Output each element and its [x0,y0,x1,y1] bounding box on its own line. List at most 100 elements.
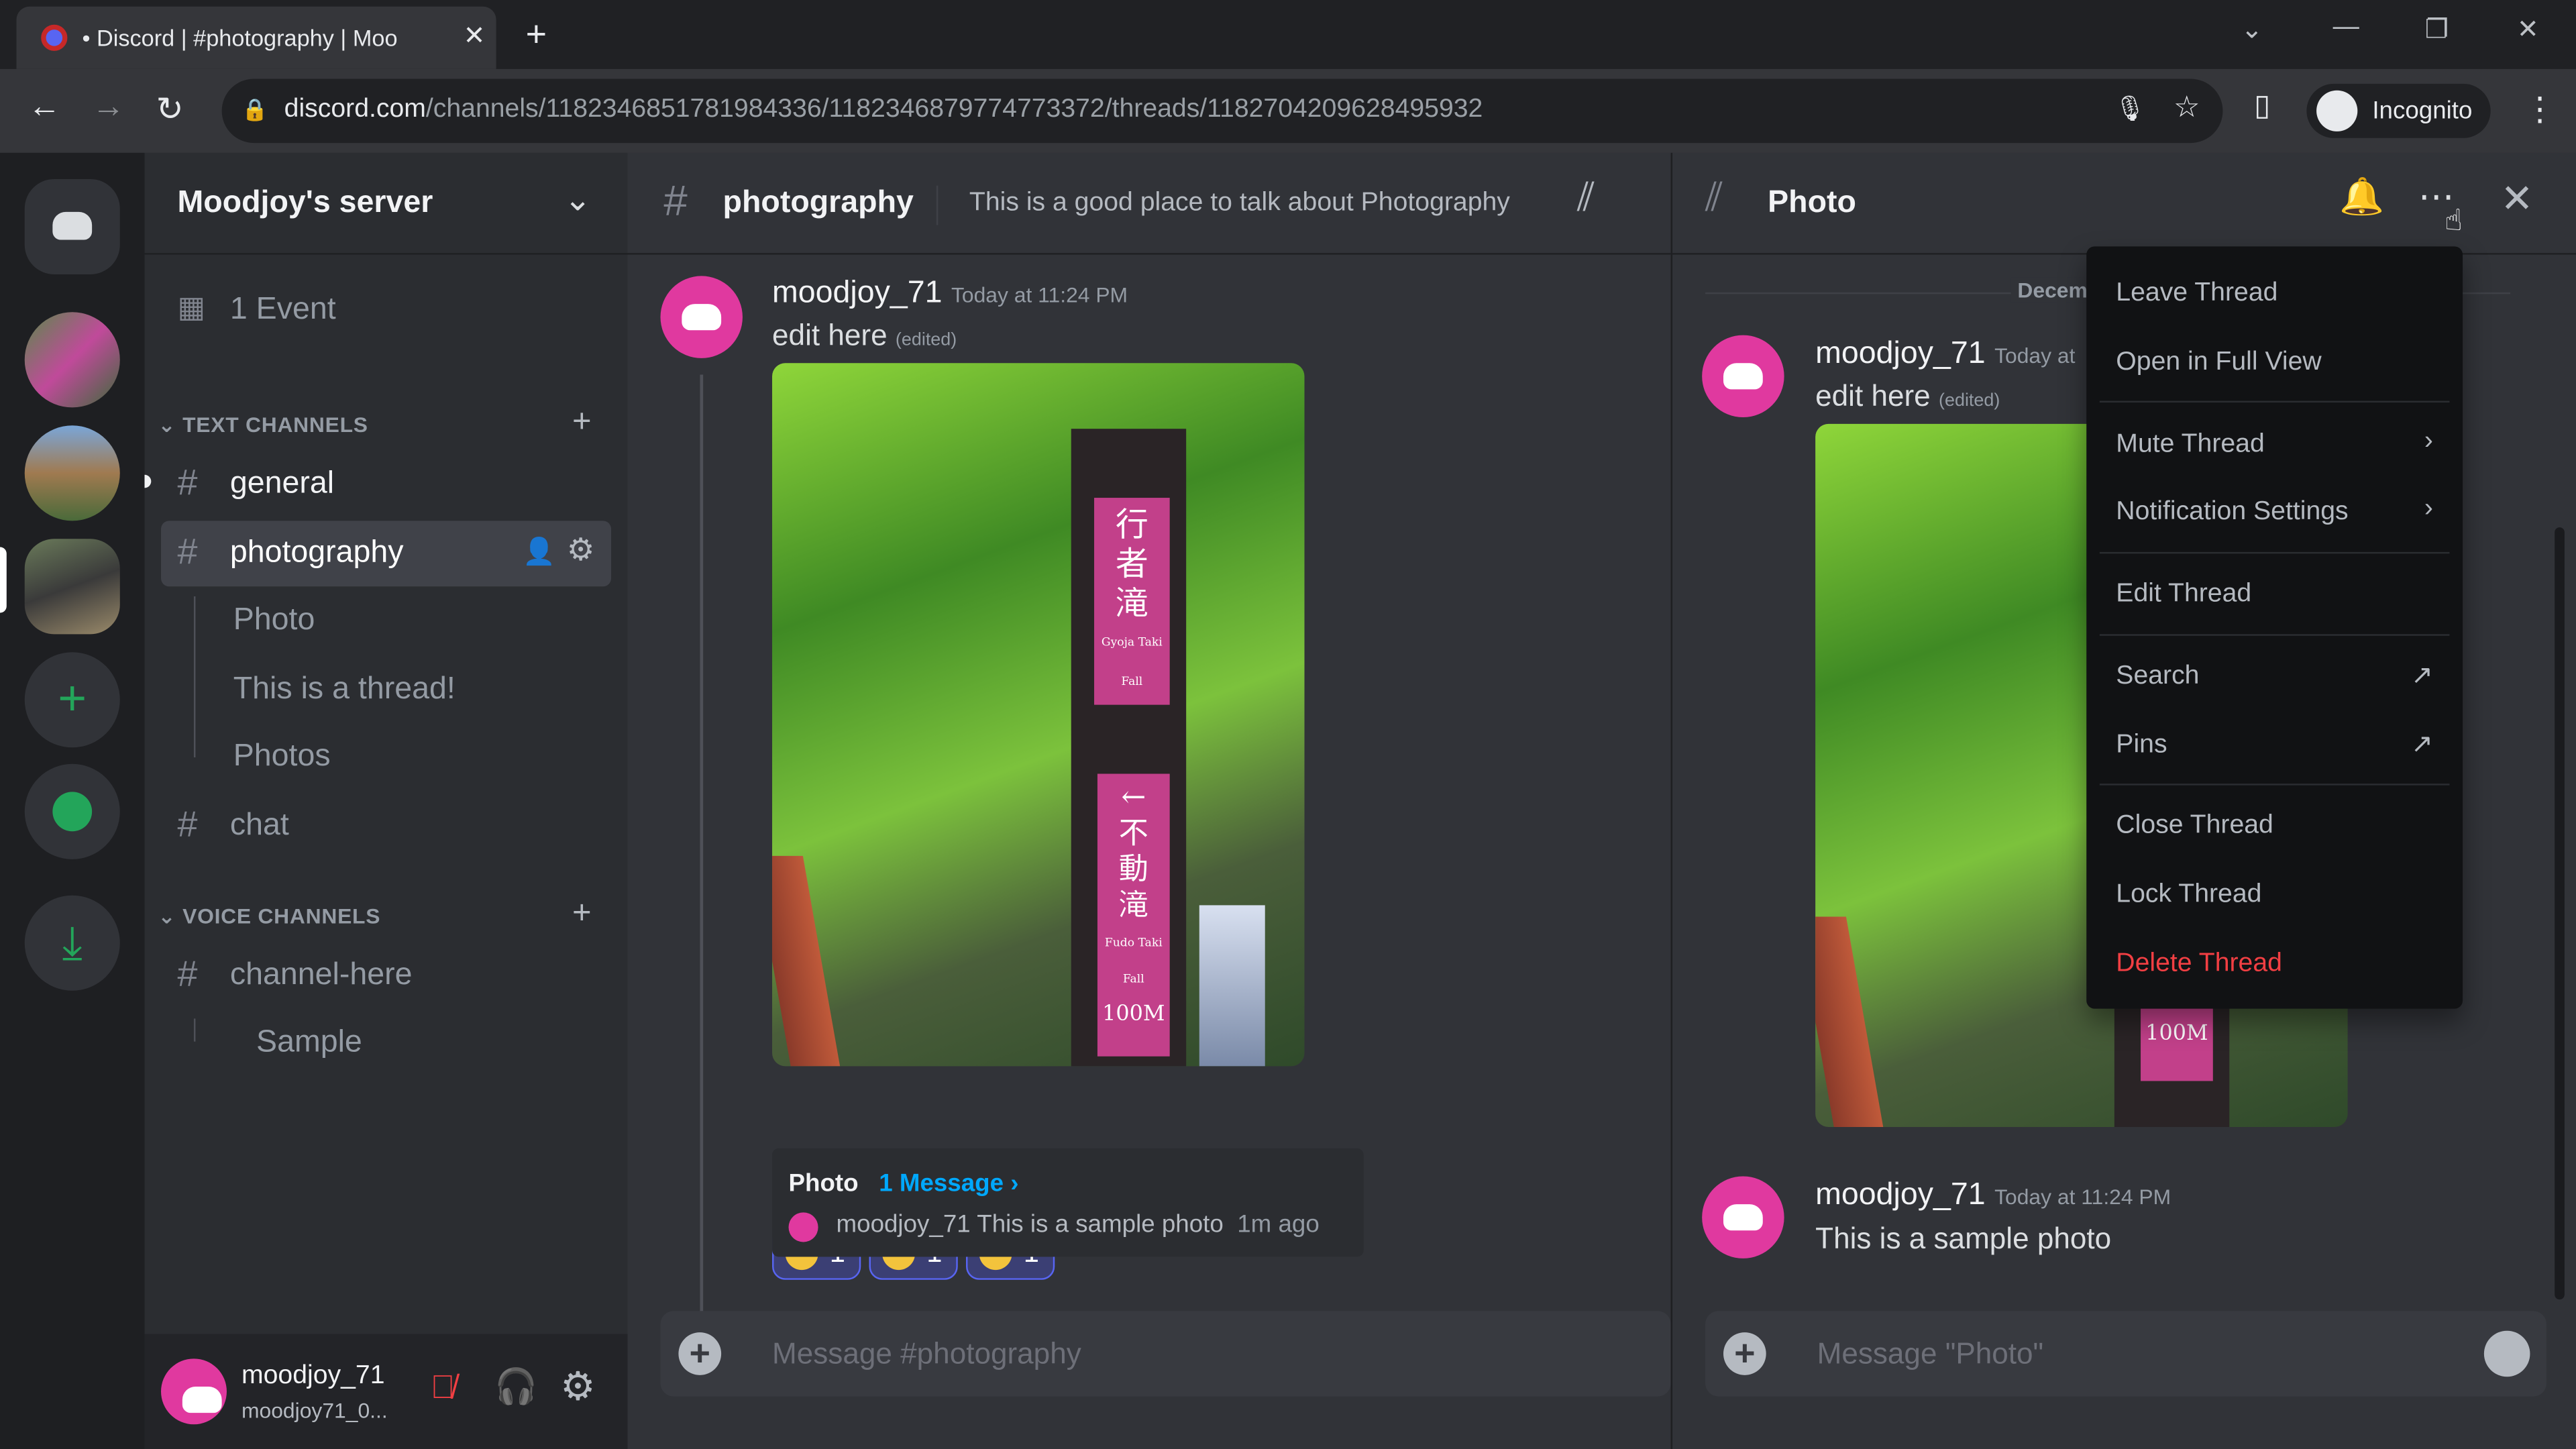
server-header[interactable]: Moodjoy's server ⌄ [144,153,628,255]
thread-spine [700,374,773,1369]
explore-servers-icon[interactable] [24,763,120,859]
thread-preview[interactable]: Photo 1 Message › moodjoy_71 This is a s… [772,1148,1364,1257]
close-thread-panel-icon[interactable]: ✕ [2500,176,2533,223]
message-author[interactable]: moodjoy_71 [1815,337,1986,373]
sign-caption: Fudo Taki Fall [1104,936,1163,986]
thread-context-menu: Leave Thread Open in Full View Mute Thre… [2086,246,2463,1009]
thread-photos[interactable]: Photos [210,724,611,790]
menu-label: Lock Thread [2116,880,2262,909]
create-voice-channel-icon[interactable]: + [572,896,592,933]
incognito-icon [2316,90,2358,131]
menu-item-pins[interactable]: Pins ↗ [2100,716,2450,772]
download-apps-icon[interactable]: ⤓ [24,895,120,991]
message-text: edit here (edited) [1815,380,2000,414]
tab-search-icon[interactable]: ⌄ [2241,13,2263,46]
text-channels-category[interactable]: ⌄ TEXT CHANNELS [158,413,368,439]
add-server-icon[interactable]: + [24,652,120,748]
back-icon[interactable]: ← [28,89,61,126]
menu-label: Mute Thread [2116,430,2265,459]
message-author[interactable]: moodjoy_71 [772,276,943,312]
mic-blocked-icon[interactable]: 🎙 [2114,94,2146,123]
headphones-icon[interactable]: 🎧 [494,1368,537,1408]
close-window-icon[interactable]: ✕ [2517,13,2539,46]
menu-label: Pins [2116,731,2167,759]
emoji-picker-icon[interactable] [2483,1330,2530,1377]
channel-general[interactable]: # general [161,451,611,517]
thread-message-count-link[interactable]: 1 Message › [879,1170,1018,1198]
thread-preview-name: Photo [788,1169,859,1198]
side-panel-icon[interactable]: ▯ [2254,89,2270,123]
server-icon-1[interactable] [24,312,120,408]
message-image-attachment[interactable]: 行者滝 Gyoja Taki Fall ← 不動滝 Fudo Taki Fall 100… [772,363,1305,1067]
attach-plus-icon[interactable]: + [1723,1332,1766,1375]
message-avatar[interactable] [1702,1176,1784,1258]
edited-label: (edited) [1939,390,2000,411]
url-domain: discord.com [284,95,426,123]
message-avatar[interactable] [1702,335,1784,418]
browser-tab[interactable]: • Discord | #photography | Moo ✕ [16,6,496,69]
channel-header: # photography This is a good place to ta… [627,153,1671,255]
menu-item-leave-thread[interactable]: Leave Thread [2100,264,2450,320]
menu-item-search[interactable]: Search ↗ [2100,647,2450,703]
channel-label: chat [229,808,289,843]
forward-icon[interactable]: → [92,89,125,126]
bookmark-star-icon[interactable]: ☆ [2174,91,2200,125]
lock-icon: 🔒 [241,97,268,122]
thread-preview-avatar [788,1212,818,1242]
message-composer[interactable]: + Message #photography [660,1311,1671,1397]
thread-sample[interactable]: Sample [210,1010,611,1076]
events-item[interactable]: ▦ 1 Event [161,278,611,343]
category-label: VOICE CHANNELS [182,903,381,928]
create-channel-icon[interactable]: + [572,404,592,441]
thread-composer[interactable]: + Message "Photo" [1705,1311,2546,1397]
threads-icon[interactable]: ⫽ [1577,176,1595,222]
menu-item-close-thread[interactable]: Close Thread [2100,797,2450,853]
discord-home-icon[interactable] [24,178,120,274]
scrollbar[interactable] [2555,527,2565,1300]
gear-icon[interactable]: ⚙ [567,532,595,570]
user-avatar[interactable] [161,1358,227,1425]
incognito-profile-button[interactable]: Incognito [2306,83,2491,138]
channel-chat[interactable]: # chat [161,794,611,859]
main-chat: # photography This is a good place to ta… [627,152,1671,1449]
attach-plus-icon[interactable]: + [678,1332,722,1375]
hash-icon: # [177,953,198,994]
mic-muted-icon[interactable]: 🎙̸ [431,1370,455,1407]
server-icon-2[interactable] [24,425,120,521]
create-invite-icon[interactable]: 👤 [523,535,555,568]
server-icon-moodjoy[interactable] [24,539,120,635]
message-author[interactable]: moodjoy_71 [1815,1178,1986,1214]
sign-lower: 100M [2141,998,2213,1081]
message-timestamp: Today at 11:24 PM [1994,1184,2171,1210]
menu-item-delete-thread[interactable]: Delete Thread [2100,934,2450,990]
user-settings-gear-icon[interactable]: ⚙ [560,1364,596,1411]
thread-label: This is a thread! [233,672,455,707]
thread-photo[interactable]: Photo [210,588,611,654]
composer-placeholder: Message "Photo" [1817,1337,2044,1371]
restore-icon[interactable]: ❐ [2425,13,2449,46]
unread-indicator [144,474,152,488]
message-avatar[interactable] [660,276,743,358]
close-tab-icon[interactable]: ✕ [464,19,486,52]
channel-label: channel-here [229,957,413,993]
bell-icon[interactable]: 🔔 [2339,176,2384,219]
reload-icon[interactable]: ↻ [156,89,184,129]
menu-item-notification-settings[interactable]: Notification Settings › [2100,483,2450,539]
browser-menu-icon[interactable]: ⋮ [2524,89,2557,129]
menu-item-mute-thread[interactable]: Mute Thread › [2100,416,2450,472]
thread-this-is-a-thread[interactable]: This is a thread! [210,657,611,723]
menu-item-open-full-view[interactable]: Open in Full View [2100,333,2450,389]
address-bar[interactable]: 🔒 discord.com/channels/11823468517819843… [221,78,2223,144]
channel-channel-here[interactable]: # channel-here [161,943,611,1009]
channel-topic[interactable]: This is a good place to talk about Photo… [969,189,1510,219]
external-link-icon: ↗ [2411,661,2433,690]
voice-channels-category[interactable]: ⌄ VOICE CHANNELS [158,904,380,930]
menu-item-edit-thread[interactable]: Edit Thread [2100,565,2450,621]
channel-photography[interactable]: # photography 👤 ⚙ [161,521,612,587]
new-tab-icon[interactable]: + [526,13,547,56]
category-label: TEXT CHANNELS [182,412,368,437]
minimize-icon[interactable]: — [2333,13,2359,43]
user-tag: moodjoy71_0... [241,1398,388,1423]
menu-separator [2099,784,2450,786]
menu-item-lock-thread[interactable]: Lock Thread [2100,866,2450,922]
